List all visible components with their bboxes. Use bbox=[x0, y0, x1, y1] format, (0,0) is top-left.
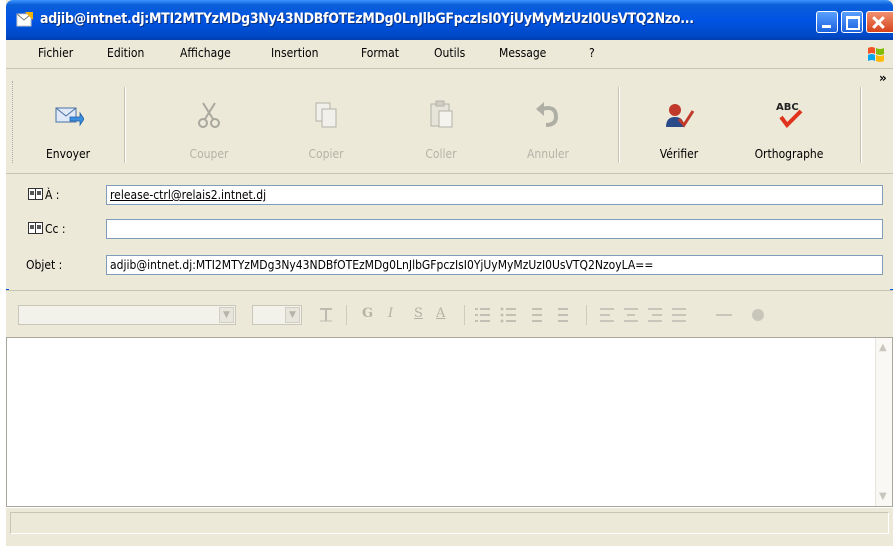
toolbar-separator bbox=[124, 87, 126, 163]
paragraph-style-icon[interactable] bbox=[318, 307, 334, 323]
format-separator bbox=[586, 305, 587, 325]
undo-button[interactable]: Annuler bbox=[513, 69, 583, 173]
bullet-list-icon bbox=[500, 307, 516, 323]
menu-format[interactable]: Format bbox=[361, 46, 399, 60]
cc-field[interactable] bbox=[106, 219, 883, 239]
undo-icon bbox=[536, 102, 559, 127]
scissors-icon bbox=[198, 102, 220, 128]
subject-label: Objet : bbox=[26, 258, 63, 272]
to-label-button[interactable]: À : bbox=[28, 188, 59, 202]
address-book-icon bbox=[28, 222, 43, 234]
minimize-button[interactable] bbox=[816, 11, 838, 33]
font-color-button[interactable]: A bbox=[436, 306, 445, 321]
paragraph-tools bbox=[475, 307, 568, 323]
svg-text:ABC: ABC bbox=[776, 102, 799, 113]
menu-bar: Fichier Edition Affichage Insertion Form… bbox=[6, 40, 893, 69]
menu-message[interactable]: Message bbox=[499, 46, 546, 60]
align-right-icon bbox=[648, 308, 662, 322]
increase-indent-icon bbox=[558, 308, 568, 322]
status-bar bbox=[6, 507, 893, 546]
windows-logo-icon bbox=[868, 47, 884, 62]
spelling-button[interactable]: ABC Orthographe bbox=[734, 69, 844, 173]
format-separator bbox=[346, 305, 347, 325]
font-size-select[interactable]: ▼ bbox=[252, 305, 302, 325]
send-icon bbox=[55, 107, 84, 127]
maximize-button[interactable] bbox=[841, 11, 863, 33]
send-button[interactable]: Envoyer bbox=[28, 69, 108, 173]
cut-label: Couper bbox=[189, 147, 229, 161]
justify-icon bbox=[672, 308, 686, 322]
message-body[interactable]: ▲ ▼ bbox=[6, 337, 893, 507]
menu-fichier[interactable]: Fichier bbox=[38, 46, 73, 60]
to-label: À : bbox=[45, 188, 60, 202]
header-fields: À : release-ctrl@relais2.intnet.dj Cc : … bbox=[6, 174, 893, 289]
copy-icon bbox=[315, 102, 337, 128]
title-bar[interactable]: adjib@intnet.dj:MTI2MTYzMDg3Ny43NDBfOTEz… bbox=[6, 0, 893, 40]
cut-button[interactable]: Couper bbox=[174, 69, 244, 173]
vertical-scrollbar[interactable]: ▲ ▼ bbox=[875, 338, 892, 506]
alignment-tools bbox=[600, 308, 764, 322]
address-book-icon bbox=[28, 188, 43, 200]
message-body-text[interactable] bbox=[11, 342, 872, 502]
spelling-label: Orthographe bbox=[754, 147, 824, 161]
insert-picture-icon bbox=[752, 309, 764, 321]
formatting-bar: ▼ ▼ G I S A bbox=[6, 290, 893, 338]
cc-label: Cc : bbox=[45, 222, 66, 236]
toolbar-separator bbox=[618, 87, 620, 163]
bold-button[interactable]: G bbox=[362, 306, 373, 321]
paste-button[interactable]: Coller bbox=[406, 69, 476, 173]
chevron-down-icon[interactable]: ▼ bbox=[285, 307, 300, 323]
menu-help[interactable]: ? bbox=[589, 46, 595, 60]
toolbar-separator bbox=[860, 87, 862, 163]
copy-label: Copier bbox=[308, 147, 344, 161]
scroll-down-icon[interactable]: ▼ bbox=[879, 491, 887, 502]
menu-insertion[interactable]: Insertion bbox=[271, 46, 318, 60]
check-names-icon bbox=[666, 104, 695, 128]
close-button[interactable] bbox=[866, 11, 893, 33]
italic-button[interactable]: I bbox=[388, 306, 393, 321]
toolbar-more-chevron[interactable]: » bbox=[879, 71, 887, 85]
app-icon bbox=[16, 12, 33, 27]
menu-outils[interactable]: Outils bbox=[434, 46, 465, 60]
subject-field[interactable]: adjib@intnet.dj:MTI2MTYzMDg3Ny43NDBfOTEz… bbox=[106, 255, 883, 275]
spell-check-icon: ABC bbox=[776, 102, 803, 129]
chevron-down-icon[interactable]: ▼ bbox=[219, 307, 234, 323]
copy-button[interactable]: Copier bbox=[291, 69, 361, 173]
menu-affichage[interactable]: Affichage bbox=[180, 46, 231, 60]
toolbar: Envoyer Couper Copier Coller Annuler Vér… bbox=[6, 69, 893, 174]
status-panel bbox=[10, 512, 889, 534]
window-title: adjib@intnet.dj:MTI2MTYzMDg3Ny43NDBfOTEz… bbox=[40, 11, 694, 27]
numbered-list-icon bbox=[475, 308, 490, 322]
font-family-select[interactable]: ▼ bbox=[18, 305, 236, 325]
cc-label-button[interactable]: Cc : bbox=[28, 222, 66, 236]
paste-icon bbox=[430, 100, 453, 128]
scroll-up-icon[interactable]: ▲ bbox=[879, 342, 887, 353]
decrease-indent-icon bbox=[532, 308, 542, 322]
underline-button[interactable]: S bbox=[414, 306, 423, 321]
paste-label: Coller bbox=[425, 147, 457, 161]
to-field[interactable]: release-ctrl@relais2.intnet.dj bbox=[106, 185, 883, 205]
undo-label: Annuler bbox=[527, 147, 569, 161]
to-recipient[interactable]: release-ctrl@relais2.intnet.dj bbox=[110, 188, 266, 202]
toolbar-grip[interactable] bbox=[12, 81, 16, 163]
align-left-icon bbox=[600, 308, 614, 322]
send-label: Envoyer bbox=[45, 147, 91, 161]
menu-edition[interactable]: Edition bbox=[107, 46, 144, 60]
message-window: adjib@intnet.dj:MTI2MTYzMDg3Ny43NDBfOTEz… bbox=[6, 0, 893, 546]
format-separator bbox=[464, 305, 465, 325]
check-names-button[interactable]: Vérifier bbox=[639, 69, 719, 173]
check-names-label: Vérifier bbox=[659, 147, 699, 161]
align-center-icon bbox=[624, 308, 638, 322]
